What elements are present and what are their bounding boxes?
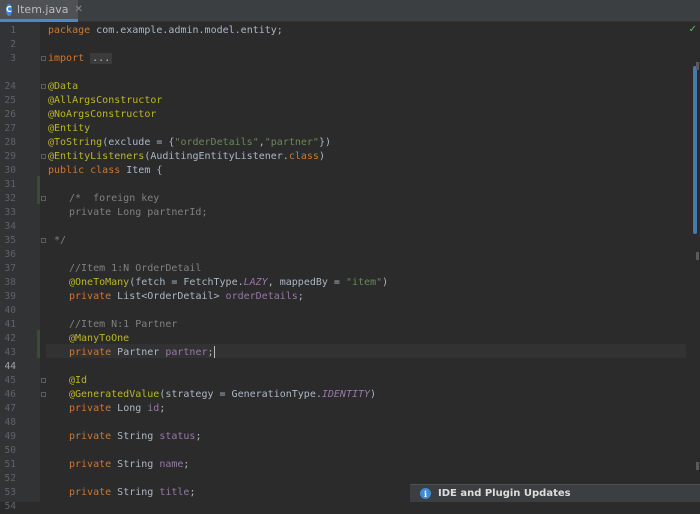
code-line-25: @Data (48, 81, 79, 92)
class-icon: C (6, 3, 12, 16)
line-number: 44 (4, 361, 16, 372)
code-line-39: @OneToMany(fetch = FetchType.LAZY, mappe… (69, 277, 389, 288)
code-line-34: private Long partnerId; (69, 207, 208, 218)
line-number: 35 (4, 235, 16, 246)
code-line-52: private String name; (69, 459, 190, 470)
line-number: 46 (4, 389, 16, 400)
line-number: 39 (4, 291, 16, 302)
code-line-33: /* foreign key (69, 193, 160, 204)
code-editor[interactable]: package com.example.admin.model.entity; … (46, 22, 686, 502)
code-line-36: */ (48, 235, 67, 246)
code-line-50: private String status; (69, 431, 202, 442)
line-number: 47 (4, 403, 16, 414)
line-number: 2 (10, 39, 16, 50)
code-line-1: package com.example.admin.model.entity; (48, 25, 283, 36)
code-line-54: private String title; (69, 487, 196, 498)
code-line-43: @ManyToOne (69, 333, 130, 344)
error-stripe-mark[interactable] (696, 252, 699, 260)
line-number: 49 (4, 431, 16, 442)
code-line-40: private List<OrderDetail> orderDetails; (69, 291, 304, 302)
line-number: 53 (4, 487, 16, 498)
line-number: 52 (4, 473, 16, 484)
checkmark-icon[interactable]: ✓ (689, 24, 697, 35)
vertical-scrollbar[interactable] (686, 22, 700, 502)
code-line-31: public class Item { (48, 165, 163, 176)
line-number: 37 (4, 263, 16, 274)
code-line-28: @Entity (48, 123, 91, 134)
folded-imports[interactable]: ... (90, 53, 113, 64)
code-line-30: @EntityListeners(AuditingEntityListener.… (48, 151, 325, 162)
tab-label: Item.java (16, 3, 69, 16)
line-number: 38 (4, 277, 16, 288)
line-number: 1 (10, 25, 16, 36)
notification-title: IDE and Plugin Updates (438, 488, 571, 499)
line-number: 28 (4, 137, 16, 148)
line-number: 43 (4, 347, 16, 358)
code-line-42: //Item N:1 Partner (69, 319, 178, 330)
code-line-48: private Long id; (69, 403, 166, 414)
line-number: 26 (4, 109, 16, 120)
line-number: 34 (4, 221, 16, 232)
vcs-change-marker (37, 176, 40, 204)
line-number: 32 (4, 193, 16, 204)
update-notification[interactable]: i IDE and Plugin Updates (410, 484, 700, 502)
line-number: 3 (10, 53, 16, 64)
code-line-47: @GeneratedValue(strategy = GenerationTyp… (69, 389, 377, 400)
code-line-44: private Partner partner; (69, 346, 215, 358)
text-caret (213, 346, 215, 358)
close-icon[interactable]: ✕ (74, 4, 82, 15)
code-line-29: @ToString(exclude = {"orderDetails","par… (48, 137, 331, 148)
line-number: 50 (4, 445, 16, 456)
line-number: 24 (4, 81, 16, 92)
vcs-change-marker (37, 330, 40, 358)
line-number: 42 (4, 333, 16, 344)
code-line-46: @Id (69, 375, 88, 386)
line-number: 30 (4, 165, 16, 176)
line-number: 41 (4, 319, 16, 330)
editor-tab-bar: C Item.java ✕ (0, 0, 700, 22)
code-line-38: //Item 1:N OrderDetail (69, 263, 202, 274)
line-number: 54 (4, 501, 16, 512)
line-number: 45 (4, 375, 16, 386)
error-stripe-mark[interactable] (696, 62, 699, 70)
line-number: 40 (4, 305, 16, 316)
code-line-27: @NoArgsConstructor (48, 109, 157, 120)
line-number: 51 (4, 459, 16, 470)
code-line-26: @AllArgsConstructor (48, 95, 163, 106)
line-number: 36 (4, 249, 16, 260)
error-stripe-mark[interactable] (696, 462, 699, 470)
line-number: 25 (4, 95, 16, 106)
scrollbar-thumb[interactable] (693, 66, 697, 234)
line-number: 48 (4, 417, 16, 428)
code-line-3: import ... (48, 53, 113, 64)
line-number: 31 (4, 179, 16, 190)
line-number: 27 (4, 123, 16, 134)
line-number: 29 (4, 151, 16, 162)
info-icon: i (420, 488, 431, 499)
tab-item-java[interactable]: C Item.java ✕ (0, 0, 83, 22)
line-number: 33 (4, 207, 16, 218)
